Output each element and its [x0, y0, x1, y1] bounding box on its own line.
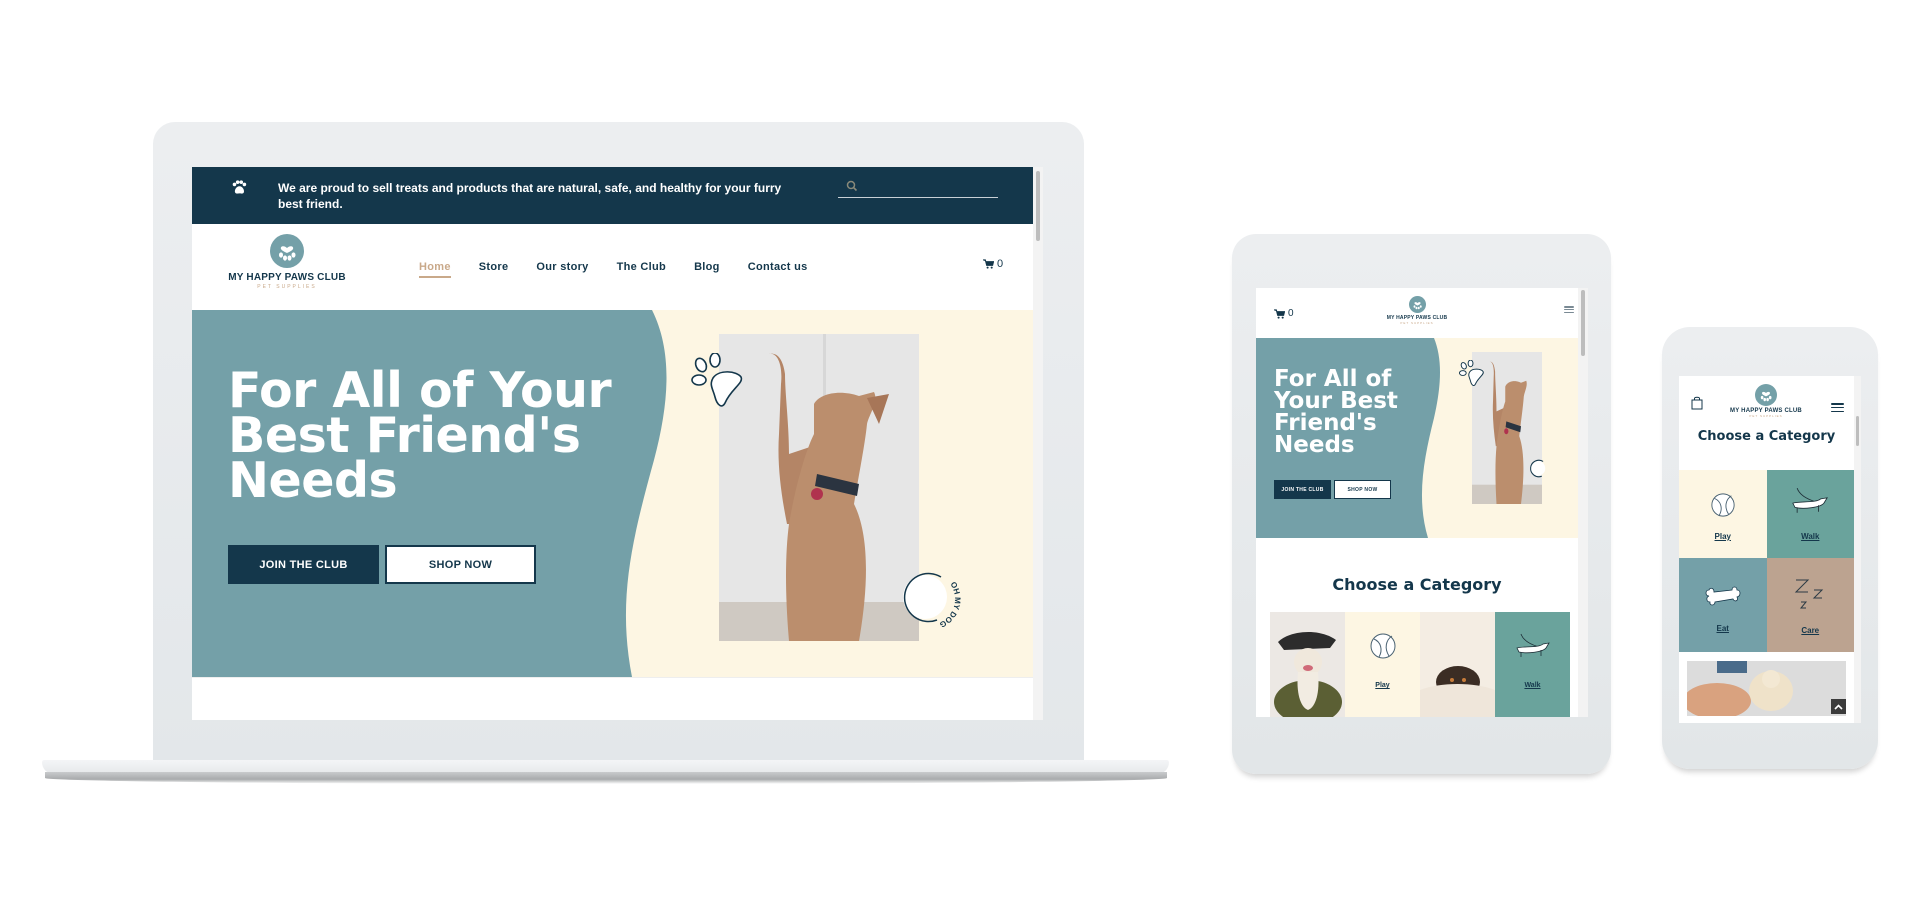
paw-outline-icon	[1458, 360, 1484, 386]
category-label-walk[interactable]: Walk	[1767, 532, 1855, 541]
tablet-category-title: Choose a Category	[1332, 575, 1502, 594]
brand-tagline: PET SUPPLIES	[257, 284, 317, 290]
tablet-hero-section: For All of Your Best Friend's Needs JOIN…	[1256, 338, 1578, 538]
paw-icon	[232, 180, 247, 194]
logo-paw-badge	[1755, 384, 1777, 406]
phone-scrollbar[interactable]	[1854, 376, 1861, 723]
category-tile-walk[interactable]: Walk	[1766, 470, 1855, 558]
cart-icon	[1274, 308, 1285, 319]
search-field[interactable]	[838, 178, 998, 198]
phone-header: MY HAPPY PAWS CLUB PET SUPPLIES	[1679, 376, 1854, 422]
back-to-top-button[interactable]	[1831, 699, 1846, 714]
phone-category-grid: Play Walk Eat Care	[1679, 470, 1854, 652]
category-label-care[interactable]: Care	[1767, 626, 1855, 635]
tablet-hero-headline: For All of Your Best Friend's Needs	[1274, 366, 1398, 458]
dog-illustration	[719, 334, 919, 641]
hamburger-line	[1831, 410, 1844, 412]
category-label-play[interactable]: Play	[1345, 682, 1420, 689]
search-icon	[846, 180, 858, 192]
brand-name: MY HAPPY PAWS CLUB	[228, 272, 346, 283]
paw-heart-icon	[1760, 391, 1772, 402]
oh-my-dog-badge: OH MY DOG	[903, 572, 961, 629]
scrollbar-thumb[interactable]	[1036, 171, 1040, 241]
tablet-cart-count: 0	[1288, 308, 1294, 319]
logo-paw-badge	[270, 234, 304, 268]
tennis-ball-icon	[1370, 633, 1395, 659]
nav-our-story[interactable]: Our story	[536, 261, 588, 276]
tennis-ball-icon	[1711, 493, 1735, 517]
paw-heart-icon	[279, 246, 296, 261]
main-nav: Home Store Our story The Club Blog Conta…	[419, 261, 808, 278]
nav-home[interactable]: Home	[419, 261, 451, 278]
nav-blog[interactable]: Blog	[694, 261, 720, 276]
scrollbar-thumb[interactable]	[1856, 416, 1859, 446]
cart-button[interactable]: 0	[983, 258, 1003, 270]
category-label-walk[interactable]: Walk	[1495, 682, 1570, 689]
announcement-text: We are proud to sell treats and products…	[278, 181, 782, 211]
sleep-zzz-icon	[1795, 579, 1824, 609]
tablet-category-row: Play Walk	[1270, 612, 1570, 717]
category-label-play[interactable]: Play	[1679, 532, 1767, 541]
join-the-club-button[interactable]: JOIN THE CLUB	[228, 545, 379, 584]
hamburger-line	[1831, 406, 1844, 409]
hamburger-line	[1564, 306, 1574, 308]
bone-icon	[1705, 586, 1741, 606]
dog-under-blanket-photo	[1420, 612, 1495, 717]
shopping-bag-icon[interactable]	[1691, 396, 1703, 410]
announcement-bar: We are proud to sell treats and products…	[192, 167, 1033, 224]
hamburger-line	[1831, 403, 1844, 405]
hero-headline: For All of Your Best Friend's Needs	[228, 362, 612, 509]
paw-outline-icon	[691, 353, 743, 407]
nav-contact-us[interactable]: Contact us	[748, 261, 808, 276]
nav-store[interactable]: Store	[479, 261, 509, 276]
tablet-menu-button[interactable]	[1564, 306, 1574, 313]
paw-heart-icon	[1413, 302, 1422, 310]
category-tile-walk[interactable]: Walk	[1495, 612, 1570, 717]
hamburger-line	[1564, 311, 1574, 313]
tablet-screen: 0 MY HAPPY PAWS CLUB PET SUPPLIES For Al…	[1256, 288, 1588, 717]
category-tile-eat[interactable]: Eat	[1679, 558, 1767, 652]
category-photo-hat-dog	[1270, 612, 1345, 717]
dachshund-leash-icon	[1792, 487, 1829, 513]
dachshund-leash-icon	[1515, 633, 1550, 657]
hero-dog-photo	[719, 334, 919, 641]
laptop-screen: We are proud to sell treats and products…	[192, 167, 1043, 720]
shop-now-button[interactable]: SHOP NOW	[385, 545, 536, 584]
hero-section: For All of Your Best Friend's Needs JOIN…	[192, 310, 1033, 677]
hamburger-line	[1564, 308, 1574, 311]
phone-site-logo[interactable]: MY HAPPY PAWS CLUB PET SUPPLIES	[1724, 384, 1808, 418]
tablet-scrollbar[interactable]	[1578, 288, 1588, 717]
phone-dog-banner-photo	[1687, 661, 1846, 716]
nav-the-club[interactable]: The Club	[617, 261, 666, 276]
chevron-up-icon	[1834, 703, 1843, 710]
cart-count: 0	[997, 258, 1004, 270]
phone-screen: MY HAPPY PAWS CLUB PET SUPPLIES Choose a…	[1679, 376, 1861, 723]
tablet-join-the-club-button[interactable]: JOIN THE CLUB	[1274, 480, 1331, 499]
phone-category-title: Choose a Category	[1697, 429, 1836, 444]
category-label-eat[interactable]: Eat	[1679, 624, 1767, 633]
tablet-cart-button[interactable]: 0	[1274, 308, 1294, 319]
scrollbar-thumb[interactable]	[1581, 290, 1585, 356]
logo-paw-badge	[1408, 296, 1426, 313]
brand-tagline: PET SUPPLIES	[1749, 414, 1783, 418]
dog-in-hat-photo	[1270, 612, 1345, 717]
tablet-header: 0 MY HAPPY PAWS CLUB PET SUPPLIES	[1256, 288, 1578, 338]
page-scrollbar[interactable]	[1033, 167, 1043, 720]
tablet-site-logo[interactable]: MY HAPPY PAWS CLUB PET SUPPLIES	[1377, 296, 1457, 325]
site-logo[interactable]: MY HAPPY PAWS CLUB PET SUPPLIES	[222, 234, 352, 290]
tablet-shop-now-button[interactable]: SHOP NOW	[1334, 480, 1391, 499]
brand-tagline: PET SUPPLIES	[1400, 321, 1434, 325]
cart-icon	[983, 259, 994, 269]
category-photo-blanket-dog	[1420, 612, 1495, 717]
fluffy-dog-photo	[1687, 661, 1846, 716]
category-tile-play[interactable]: Play	[1345, 612, 1420, 717]
below-fold-section	[192, 677, 1033, 720]
category-tile-play[interactable]: Play	[1679, 470, 1767, 558]
search-input[interactable]	[864, 178, 994, 196]
laptop-base-shadow	[45, 772, 1167, 784]
phone-menu-button[interactable]	[1831, 403, 1844, 412]
category-tile-care[interactable]: Care	[1766, 558, 1855, 652]
oh-my-dog-badge	[1530, 459, 1546, 478]
site-header: MY HAPPY PAWS CLUB PET SUPPLIES Home Sto…	[192, 224, 1033, 310]
